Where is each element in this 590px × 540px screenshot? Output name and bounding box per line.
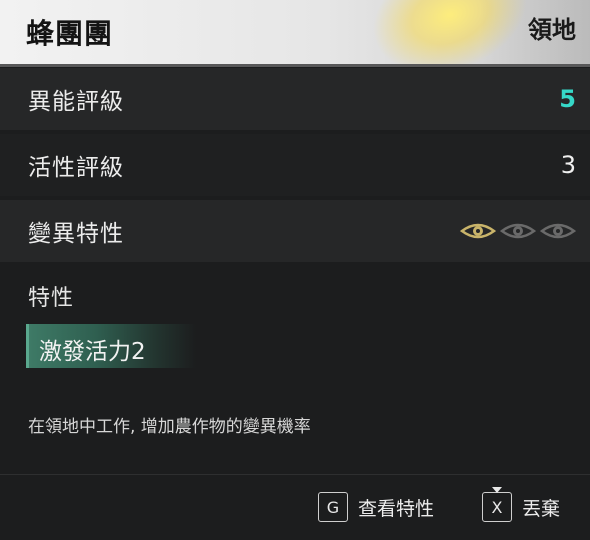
- discard-button[interactable]: X 丟棄: [482, 487, 561, 524]
- stat-row-ability-rating: 異能評級 5: [0, 68, 590, 130]
- panel-header: 蜂團團 領地: [0, 0, 590, 64]
- eye-icon: [540, 223, 576, 239]
- stat-label: 異能評級: [28, 89, 124, 115]
- header-divider: [0, 64, 590, 67]
- key-hint-x: X: [482, 487, 512, 522]
- page-title: 蜂團團: [26, 17, 114, 50]
- trait-chip[interactable]: 激發活力2: [26, 324, 196, 368]
- eye-icon: [460, 223, 496, 239]
- category-label: 領地: [528, 16, 576, 44]
- stat-value: 5: [559, 85, 576, 113]
- footer-divider: [0, 474, 590, 475]
- stat-row-activity-rating: 活性評級 3: [0, 134, 590, 196]
- traits-section-title: 特性: [28, 286, 75, 311]
- view-traits-label: 查看特性: [358, 497, 435, 520]
- mutation-level-indicator: [460, 221, 576, 241]
- discard-label: 丟棄: [522, 497, 561, 520]
- stat-label: 活性評級: [28, 155, 124, 181]
- view-traits-button[interactable]: G 查看特性: [318, 490, 434, 524]
- stat-value: 3: [560, 151, 576, 179]
- item-detail-panel: 蜂團團 領地 異能評級 5 活性評級 3 變異特性 特性 激發活力2 在領地中工…: [0, 0, 590, 540]
- trait-description: 在領地中工作, 增加農作物的變異機率: [28, 417, 311, 437]
- key-letter: X: [491, 497, 503, 517]
- hold-indicator-icon: [492, 487, 502, 493]
- eye-icon: [500, 223, 536, 239]
- stat-label: 變異特性: [28, 221, 124, 247]
- trait-name: 激發活力2: [39, 339, 146, 365]
- stat-row-mutation-trait: 變異特性: [0, 200, 590, 262]
- key-hint-g: G: [318, 492, 348, 522]
